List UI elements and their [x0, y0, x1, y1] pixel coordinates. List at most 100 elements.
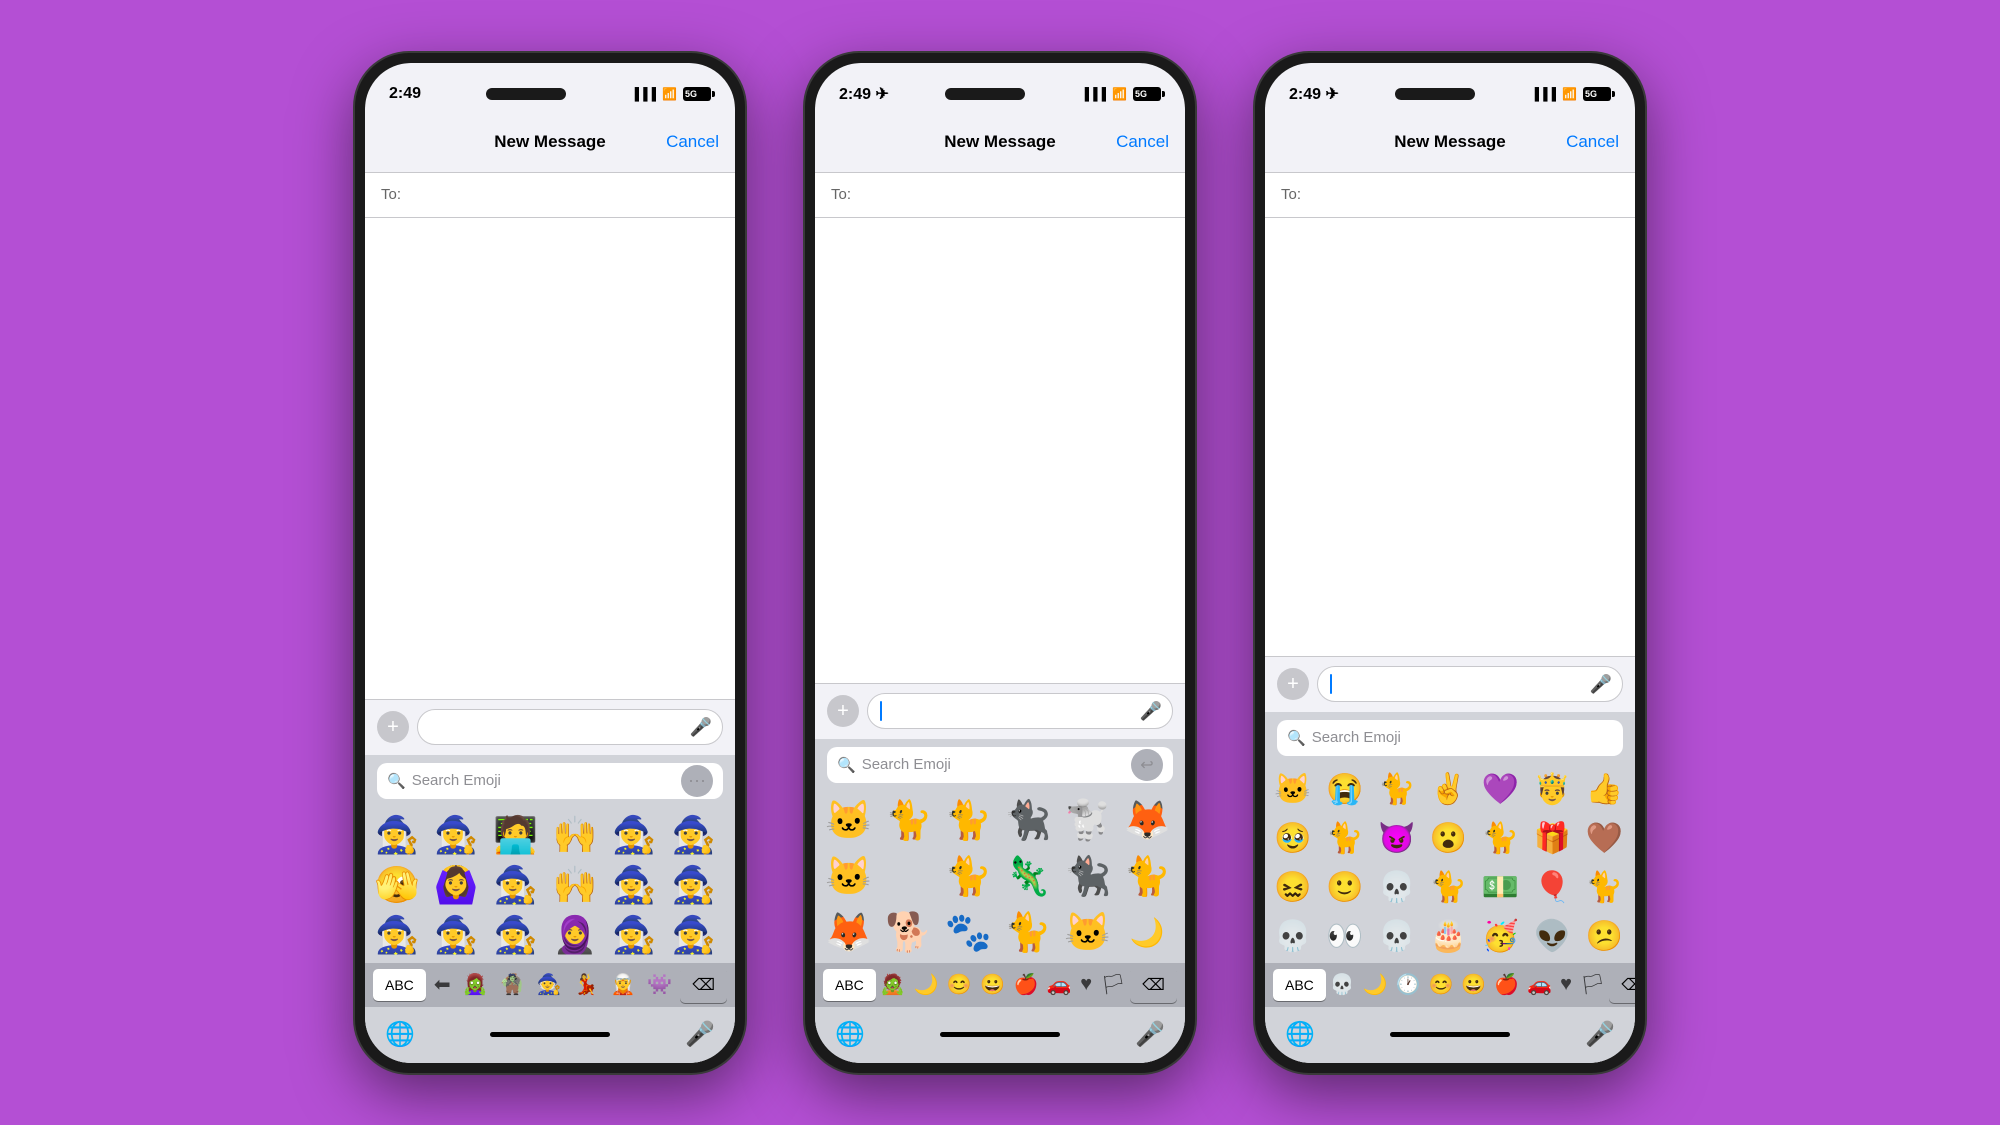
emoji-cell[interactable]: 🫣 [373, 861, 421, 909]
emoji-cell[interactable]: 😕 [1580, 913, 1628, 961]
emoji-cell[interactable]: 🧙‍♀️ [373, 911, 421, 959]
emoji-cell[interactable]: 🐈 [1373, 766, 1421, 814]
emoji-cell[interactable]: 🎂 [1425, 913, 1473, 961]
emoji-cell[interactable]: 😭 [1321, 766, 1369, 814]
emoji-cell[interactable]: 🧙‍♀️ [610, 861, 658, 909]
toolbar-item[interactable]: 🌙 [1359, 970, 1392, 999]
toolbar-item[interactable]: 🧟 [876, 970, 909, 999]
abc-key-1[interactable]: ABC [373, 969, 426, 1001]
toolbar-emoji-3[interactable]: 🧙 [533, 970, 566, 999]
toolbar-emoji-5[interactable]: 🧝 [606, 970, 639, 999]
toolbar-item[interactable]: 💀 [1326, 970, 1359, 999]
toolbar-item[interactable]: 😀 [976, 970, 1009, 999]
abc-key-2[interactable]: ABC [823, 969, 876, 1001]
emoji-cell[interactable]: 🧙‍♀️ [610, 811, 658, 859]
sticker-cell[interactable]: 🌙 [1121, 907, 1173, 959]
message-input-2[interactable]: 🎤 [867, 693, 1173, 729]
emoji-cell[interactable]: 💀 [1269, 913, 1317, 961]
emoji-cell[interactable]: 🐈 [1580, 864, 1628, 912]
abc-key-3[interactable]: ABC [1273, 969, 1326, 1001]
toolbar-item[interactable]: 😀 [1457, 970, 1490, 999]
more-icon-1[interactable]: ··· [681, 765, 713, 797]
sticker-cell[interactable]: 🐈‍⬛ [1062, 851, 1114, 903]
plus-button-1[interactable]: + [377, 711, 409, 743]
emoji-cell[interactable]: 😈 [1373, 815, 1421, 863]
globe-icon-2[interactable]: 🌐 [835, 1020, 865, 1049]
toolbar-emoji-1[interactable]: 🧟‍♀️ [459, 970, 492, 999]
mic-bottom-1[interactable]: 🎤 [685, 1020, 715, 1049]
toolbar-emoji-2[interactable]: 🧌 [496, 970, 529, 999]
sticker-cell[interactable]: 🦊 [823, 907, 875, 959]
mic-icon-1[interactable]: 🎤 [690, 717, 712, 738]
message-input-1[interactable]: 🎤 [417, 709, 723, 745]
emoji-cell[interactable]: 💀 [1373, 913, 1421, 961]
globe-icon-3[interactable]: 🌐 [1285, 1020, 1315, 1049]
emoji-cell[interactable]: 🥹 [1269, 815, 1317, 863]
sticker-cell[interactable]: 🐈 [1121, 851, 1173, 903]
mic-bottom-3[interactable]: 🎤 [1585, 1020, 1615, 1049]
emoji-cell[interactable]: 🧙‍♀️ [492, 911, 540, 959]
toolbar-item[interactable]: ♥ [1076, 971, 1096, 998]
message-content-2[interactable] [815, 218, 1185, 683]
emoji-cell[interactable]: 🎈 [1528, 864, 1576, 912]
toolbar-emoji-4[interactable]: 💃 [570, 970, 603, 999]
emoji-search-input-1[interactable]: 🔍 Search Emoji ··· [377, 763, 723, 799]
mic-icon-3[interactable]: 🎤 [1590, 674, 1612, 695]
toolbar-emoji-6[interactable]: 👾 [643, 970, 676, 999]
toolbar-back-1[interactable]: ⬅ [430, 970, 455, 999]
message-input-3[interactable]: 🎤 [1317, 666, 1623, 702]
sticker-cell[interactable]: 🐈 [883, 795, 935, 847]
toolbar-item[interactable]: 🍎 [1490, 970, 1523, 999]
emoji-cell[interactable]: 🧙‍♀️ [373, 811, 421, 859]
emoji-cell[interactable]: 🐈 [1476, 815, 1524, 863]
emoji-cell[interactable]: ✌️ [1425, 766, 1473, 814]
sticker-cell[interactable]: 🐈‍⬛ [1002, 795, 1054, 847]
cancel-button-3[interactable]: Cancel [1566, 132, 1619, 152]
globe-icon-1[interactable]: 🌐 [385, 1020, 415, 1049]
sticker-cell[interactable]: 🐩 [1062, 795, 1114, 847]
emoji-cell[interactable]: 🧙‍♀️ [670, 861, 718, 909]
plus-button-3[interactable]: + [1277, 668, 1309, 700]
emoji-cell[interactable]: 💜 [1476, 766, 1524, 814]
message-content-1[interactable] [365, 218, 735, 699]
cancel-button-1[interactable]: Cancel [666, 132, 719, 152]
sticker-cell[interactable] [883, 851, 935, 903]
toolbar-item[interactable]: 🍎 [1010, 970, 1043, 999]
emoji-cell[interactable]: 🧙‍♀️ [492, 861, 540, 909]
sticker-cell[interactable]: 🦊 [1121, 795, 1173, 847]
emoji-cell[interactable]: 💀 [1373, 864, 1421, 912]
emoji-cell[interactable]: 🧑‍💻 [492, 811, 540, 859]
emoji-cell[interactable]: 💵 [1476, 864, 1524, 912]
emoji-cell[interactable]: 😖 [1269, 864, 1317, 912]
mic-bottom-2[interactable]: 🎤 [1135, 1020, 1165, 1049]
emoji-cell[interactable]: 🧙‍♀️ [610, 911, 658, 959]
toolbar-item[interactable]: 🌙 [910, 970, 943, 999]
emoji-cell[interactable]: 👀 [1321, 913, 1369, 961]
sticker-cell[interactable]: 🐱 [823, 851, 875, 903]
to-field-2[interactable]: To: [815, 173, 1185, 218]
emoji-cell[interactable]: 🧙‍♀️ [670, 811, 718, 859]
emoji-cell[interactable]: 🙆‍♀️ [432, 861, 480, 909]
emoji-cell[interactable]: 🧙‍♀️ [670, 911, 718, 959]
toolbar-item[interactable]: 🏳 [1576, 970, 1609, 999]
emoji-cell[interactable]: 🐱 [1269, 766, 1317, 814]
emoji-search-input-3[interactable]: 🔍 Search Emoji [1277, 720, 1623, 756]
delete-key-2[interactable]: ⌫ [1130, 967, 1177, 1003]
sticker-cell[interactable]: 🐾 [942, 907, 994, 959]
emoji-cell[interactable]: 🥳 [1476, 913, 1524, 961]
emoji-cell[interactable]: 🧕 [551, 911, 599, 959]
sticker-cell[interactable]: 🐈 [942, 795, 994, 847]
emoji-cell[interactable]: 🙌 [551, 861, 599, 909]
emoji-cell[interactable]: 👽 [1528, 913, 1576, 961]
erase-icon-2[interactable]: ↩ [1131, 749, 1163, 781]
emoji-cell[interactable]: 🧙‍♀️ [432, 911, 480, 959]
emoji-cell[interactable]: 😮 [1425, 815, 1473, 863]
emoji-cell[interactable]: 👍 [1580, 766, 1628, 814]
toolbar-item[interactable]: 🚗 [1043, 970, 1076, 999]
emoji-cell[interactable]: 🙌 [551, 811, 599, 859]
toolbar-item[interactable]: 🕐 [1392, 970, 1425, 999]
plus-button-2[interactable]: + [827, 695, 859, 727]
mic-icon-2[interactable]: 🎤 [1140, 701, 1162, 722]
toolbar-item[interactable]: 🚗 [1523, 970, 1556, 999]
emoji-cell[interactable]: 🧙‍♀️ [432, 811, 480, 859]
